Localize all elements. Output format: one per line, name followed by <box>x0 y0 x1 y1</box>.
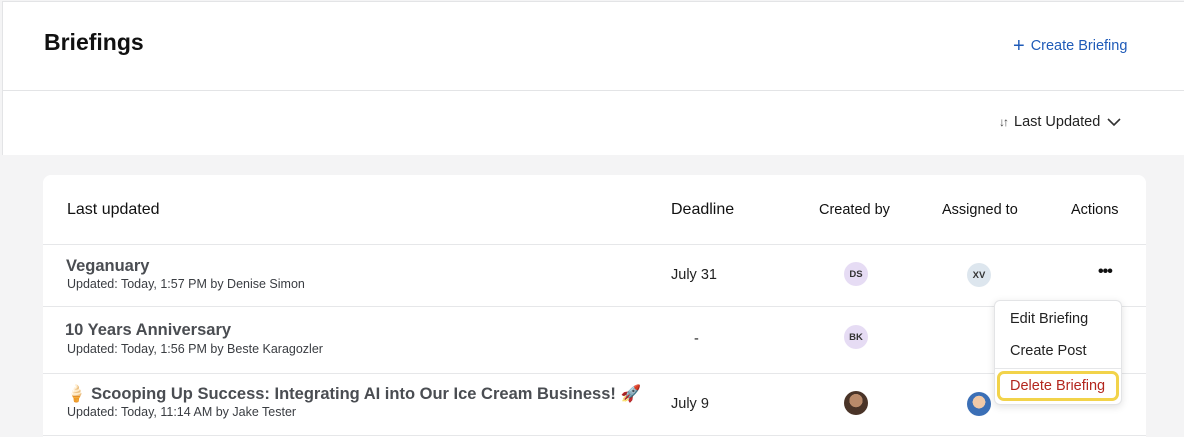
more-actions-icon[interactable]: ••• <box>1098 263 1113 281</box>
avatar <box>844 391 868 415</box>
avatar <box>967 392 991 416</box>
sort-label: Last Updated <box>1014 114 1101 130</box>
sort-bar: ↓↑ Last Updated <box>2 91 1184 155</box>
sort-arrows-icon: ↓↑ <box>999 115 1009 129</box>
briefing-updated: Updated: Today, 1:56 PM by Beste Karagoz… <box>67 342 323 356</box>
sort-dropdown[interactable]: ↓↑ Last Updated <box>999 114 1121 130</box>
page-header: Briefings + Create Briefing <box>2 1 1184 91</box>
table-row[interactable]: Veganuary Updated: Today, 1:57 PM by Den… <box>43 245 1146 307</box>
page-title: Briefings <box>44 29 144 55</box>
briefing-title[interactable]: 10 Years Anniversary <box>65 321 231 340</box>
briefing-title[interactable]: 🍦 Scooping Up Success: Integrating AI in… <box>66 385 641 404</box>
column-assigned-to: Assigned to <box>942 202 1018 218</box>
column-actions: Actions <box>1071 202 1119 218</box>
table-row[interactable]: 10 Years Anniversary Updated: Today, 1:5… <box>43 307 1146 374</box>
column-deadline[interactable]: Deadline <box>671 201 734 219</box>
table-row[interactable]: 🍦 Scooping Up Success: Integrating AI in… <box>43 374 1146 436</box>
briefing-updated: Updated: Today, 1:57 PM by Denise Simon <box>67 277 305 291</box>
chevron-down-icon <box>1107 117 1121 126</box>
briefing-updated: Updated: Today, 11:14 AM by Jake Tester <box>67 405 297 419</box>
briefing-deadline: July 9 <box>671 396 709 412</box>
table-header: Last updated Deadline Created by Assigne… <box>43 175 1146 245</box>
avatar: BK <box>844 325 868 349</box>
briefing-title[interactable]: Veganuary <box>66 257 149 276</box>
briefings-table: Last updated Deadline Created by Assigne… <box>43 175 1146 437</box>
edit-briefing-item[interactable]: Edit Briefing <box>1010 311 1088 327</box>
create-briefing-label: Create Briefing <box>1030 38 1128 54</box>
column-created-by: Created by <box>819 202 890 218</box>
avatar: XV <box>967 263 991 287</box>
delete-briefing-item[interactable]: Delete Briefing <box>997 371 1119 401</box>
column-last-updated[interactable]: Last updated <box>67 201 160 219</box>
briefing-deadline: July 31 <box>671 267 717 283</box>
menu-divider <box>995 368 1121 369</box>
plus-icon: + <box>1013 35 1025 57</box>
create-briefing-button[interactable]: + Create Briefing <box>1013 35 1128 57</box>
actions-menu: Edit Briefing Create Post Delete Briefin… <box>994 300 1122 405</box>
create-post-item[interactable]: Create Post <box>1010 343 1087 359</box>
avatar: DS <box>844 262 868 286</box>
briefing-deadline: - <box>694 331 699 347</box>
